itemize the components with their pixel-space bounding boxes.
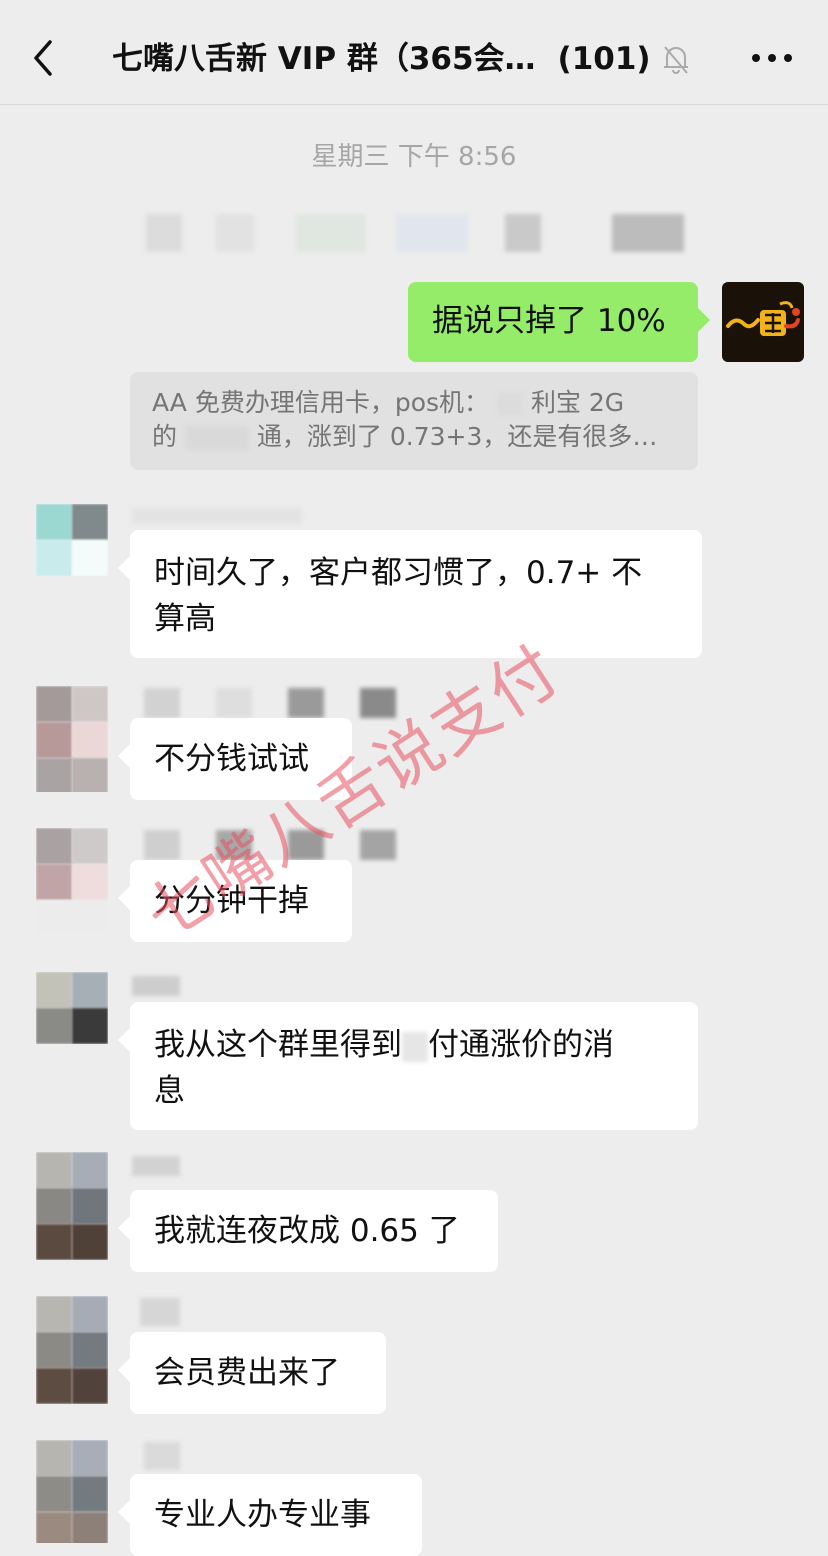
outgoing-message-bubble[interactable]: 据说只掉了 10% <box>408 282 710 362</box>
more-dots-icon[interactable] <box>750 50 794 66</box>
message-text: 不分钱试试 <box>154 741 309 777</box>
message-text: 付通涨价的消 <box>428 1027 614 1063</box>
sender-name-blurred <box>360 688 396 718</box>
sender-name-blurred <box>132 508 302 524</box>
message-bubble[interactable]: 分分钟干掉 <box>118 860 352 942</box>
avatar[interactable] <box>36 504 108 576</box>
quote-text: AA 免费办理信用卡，pos机： <box>152 388 490 417</box>
blur-block <box>497 392 523 416</box>
chevron-left-icon[interactable] <box>28 36 60 80</box>
avatar[interactable] <box>36 828 108 934</box>
chat-title: 七嘴八舌新 VIP 群（365会… (101) <box>112 36 662 82</box>
quote-text: 的 <box>152 422 178 451</box>
chat-header: 七嘴八舌新 VIP 群（365会… (101) <box>0 0 828 105</box>
message-text-line: 我从这个群里得到 付通涨价的消 <box>154 1022 674 1068</box>
avatar[interactable] <box>36 1152 108 1260</box>
sender-name-blurred <box>132 976 180 996</box>
sender-name-blurred <box>360 830 396 860</box>
message-bubble[interactable]: 会员费出来了 <box>118 1332 386 1414</box>
avatar[interactable] <box>36 1296 108 1404</box>
message-text: 会员费出来了 <box>154 1355 340 1391</box>
sender-name-blurred <box>216 688 252 718</box>
sender-name-blurred <box>132 1156 180 1176</box>
message-text: 时间久了，客户都习惯了，0.7+ 不 <box>154 555 643 591</box>
blur-block <box>612 214 684 252</box>
avatar[interactable] <box>722 282 804 362</box>
sender-name-blurred <box>216 830 252 860</box>
message-text: 分分钟干掉 <box>154 883 309 919</box>
sender-name-blurred <box>288 830 324 860</box>
blur-block <box>296 214 366 252</box>
message-bubble[interactable]: 我就连夜改成 0.65 了 <box>118 1190 498 1272</box>
message-text: 算高 <box>154 601 216 637</box>
avatar[interactable] <box>36 686 108 792</box>
blur-block <box>184 426 249 450</box>
blur-block <box>396 214 468 252</box>
message-text: 我就连夜改成 0.65 了 <box>154 1213 460 1249</box>
message-text: 据说只掉了 10% <box>432 303 666 339</box>
message-text: 息 <box>154 1073 185 1109</box>
blur-block <box>505 214 541 252</box>
message-text: 专业人办专业事 <box>154 1497 371 1533</box>
quote-line-1: AA 免费办理信用卡，pos机： 利宝 2G <box>152 386 676 420</box>
quote-text: 利宝 2G <box>530 388 625 417</box>
blur-block <box>216 214 254 252</box>
quoted-message[interactable]: AA 免费办理信用卡，pos机： 利宝 2G 的 通，涨到了 0.73+3，还是… <box>130 372 698 470</box>
avatar[interactable] <box>36 972 108 1044</box>
member-count: (101) <box>557 41 651 77</box>
message-bubble[interactable]: 时间久了，客户都习惯了，0.7+ 不 算高 <box>118 530 702 658</box>
sender-name-blurred <box>144 830 180 860</box>
message-timestamp: 星期三 下午 8:56 <box>311 142 517 172</box>
sender-name-blurred <box>144 1442 180 1470</box>
sender-name-blurred <box>140 1298 180 1326</box>
bell-off-icon <box>664 46 688 74</box>
logo-icon <box>726 301 800 336</box>
message-bubble[interactable]: 专业人办专业事 <box>118 1474 422 1556</box>
message-bubble[interactable]: 我从这个群里得到 付通涨价的消 息 <box>118 1002 698 1130</box>
blur-block <box>146 214 182 252</box>
message-bubble[interactable]: 不分钱试试 <box>118 718 352 800</box>
message-text: 我从这个群里得到 <box>154 1027 402 1063</box>
blurred-system-message <box>0 214 828 252</box>
avatar[interactable] <box>36 1440 108 1543</box>
quote-text: 通，涨到了 0.73+3，还是有很多… <box>256 422 658 451</box>
blur-block <box>402 1031 428 1062</box>
sender-name-blurred <box>144 688 180 718</box>
group-name: 七嘴八舌新 VIP 群（365会… <box>112 41 536 77</box>
sender-name-blurred <box>288 688 324 718</box>
quote-line-2: 的 通，涨到了 0.73+3，还是有很多… <box>152 420 676 454</box>
